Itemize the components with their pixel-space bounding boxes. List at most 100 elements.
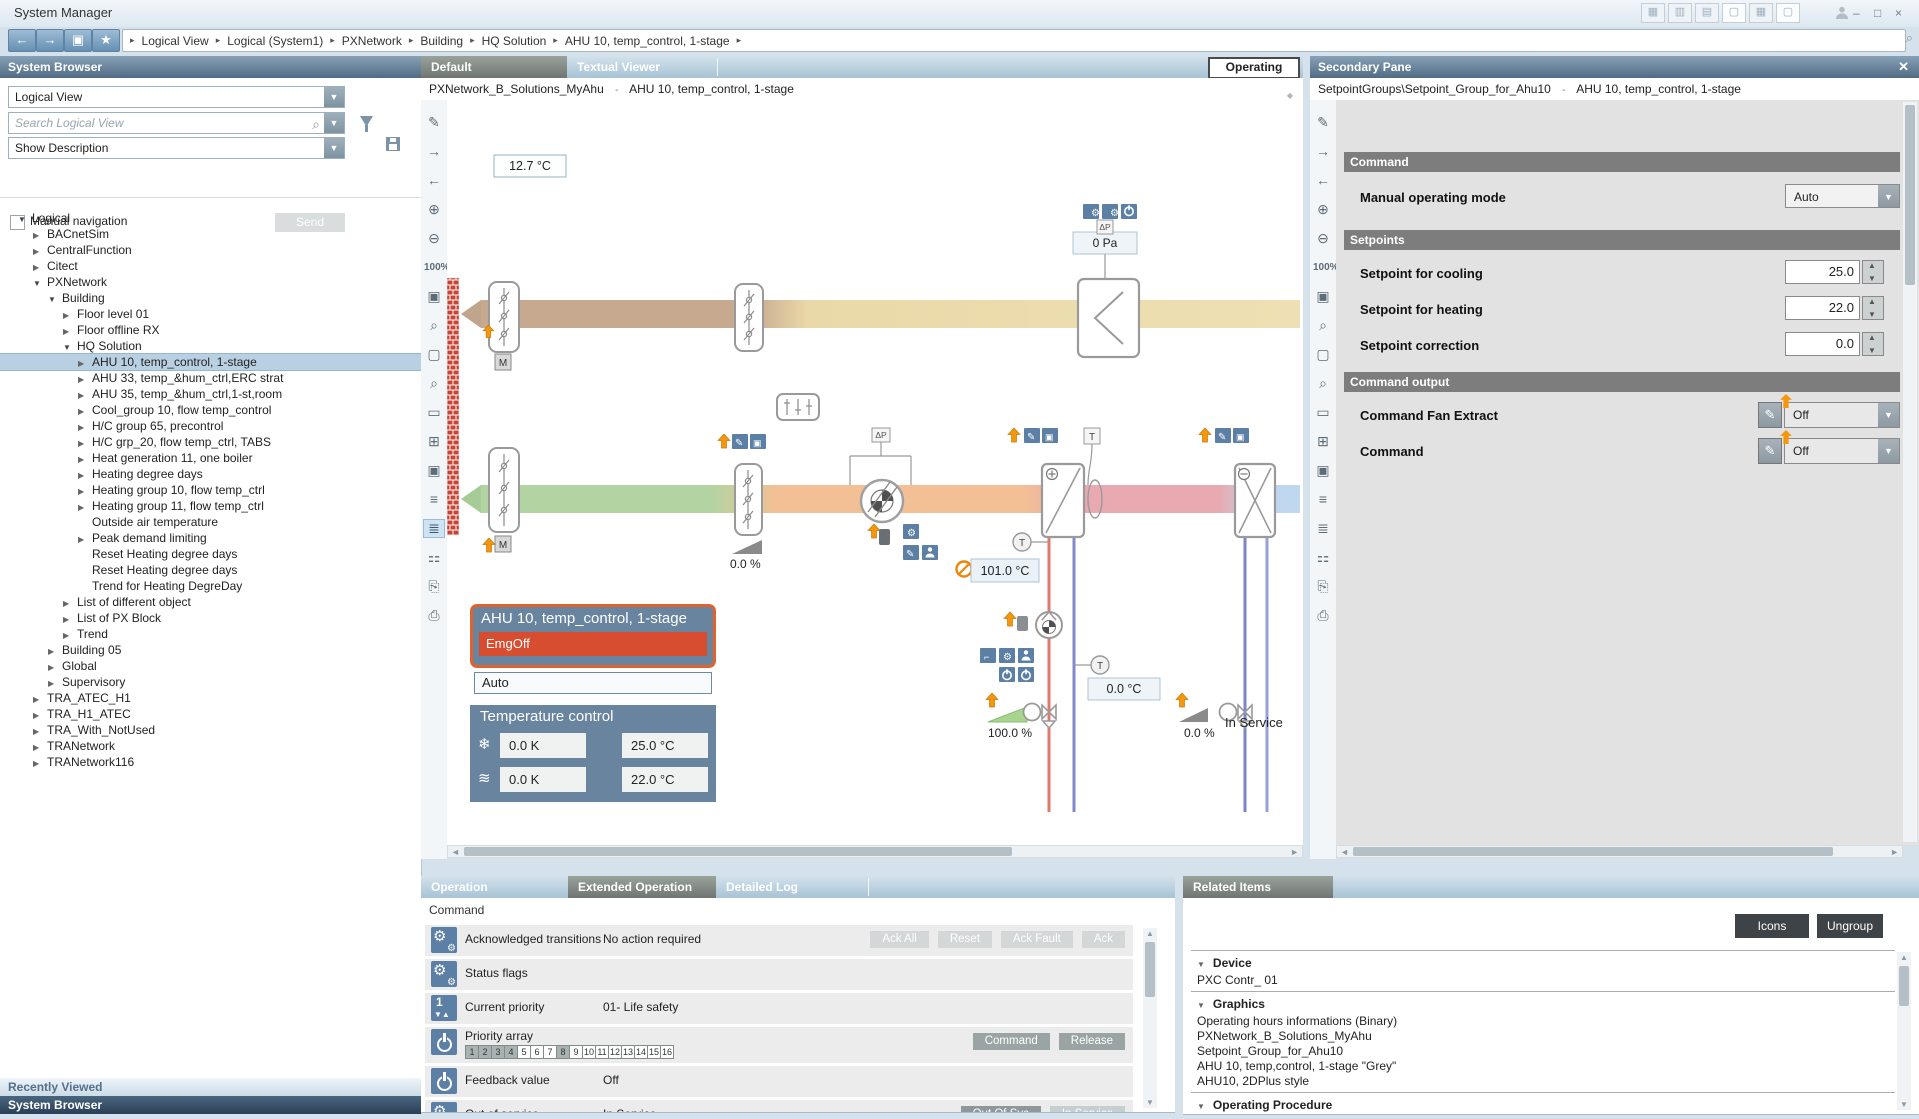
edit-pencil-icon[interactable]: ✎: [1758, 402, 1782, 428]
tab-operation[interactable]: Operation: [421, 876, 568, 898]
tree-item[interactable]: ▶AHU 35, temp_&hum_ctrl,1-st,room: [0, 386, 421, 402]
tree-item[interactable]: Outside air temperature: [0, 514, 421, 530]
tree-item[interactable]: ▶Cool_group 10, flow temp_control: [0, 402, 421, 418]
related-item[interactable]: Operating hours informations (Binary): [1197, 1014, 1397, 1028]
tree-item[interactable]: ▶TRA_ATEC_H1: [0, 690, 421, 706]
operation-vscrollbar[interactable]: ▲ ▼: [1143, 928, 1157, 1108]
tree-item[interactable]: ▶List of different object: [0, 594, 421, 610]
layout-single-icon[interactable]: ▤: [1695, 3, 1719, 23]
chevron-down-icon[interactable]: ▼: [1878, 403, 1899, 427]
priority-cell[interactable]: 9: [569, 1045, 582, 1059]
chevron-down-icon[interactable]: ▼: [324, 138, 344, 158]
tree-item[interactable]: ▶List of PX Block: [0, 610, 421, 626]
chevron-down-icon[interactable]: ▼: [1878, 439, 1899, 463]
copy-icon[interactable]: ⎘: [424, 578, 444, 595]
tree-item[interactable]: ▶Citect: [0, 258, 421, 274]
frame-icon[interactable]: ▣: [1313, 462, 1333, 479]
tree-item[interactable]: ▶TRANetwork: [0, 738, 421, 754]
section-expander-icon[interactable]: ▼: [1197, 960, 1205, 969]
ahu-mode-field[interactable]: Auto: [474, 672, 712, 694]
edit-pencil-icon[interactable]: ✎: [1758, 438, 1782, 464]
section-expander-icon[interactable]: ▼: [1197, 1102, 1205, 1111]
minimize-icon[interactable]: –: [1853, 6, 1871, 20]
tab-related-items[interactable]: Related Items: [1183, 876, 1333, 898]
setpoint-heating-stepper[interactable]: [1862, 296, 1884, 320]
tab-extended-operation[interactable]: Extended Operation: [568, 876, 716, 898]
pen-icon[interactable]: ✎: [1313, 114, 1333, 131]
setpoint-cooling-field[interactable]: 25.0: [1785, 260, 1860, 284]
tab-detailed-log[interactable]: Detailed Log: [716, 876, 864, 898]
tree-item[interactable]: ▶CentralFunction: [0, 242, 421, 258]
save-icon[interactable]: [386, 137, 400, 151]
tree-item[interactable]: ▶Heat generation 11, one boiler: [0, 450, 421, 466]
priority-cell[interactable]: 4: [504, 1045, 517, 1059]
search-input[interactable]: Search Logical View ⌕ ▼: [8, 112, 345, 134]
breadcrumb-segment[interactable]: Logical (System1): [227, 34, 323, 48]
priority-cell[interactable]: 5: [517, 1045, 530, 1059]
priority-cell[interactable]: 16: [660, 1045, 674, 1059]
layout-blank-icon[interactable]: ▢: [1722, 3, 1746, 23]
description-select[interactable]: Show Description▼: [8, 137, 345, 159]
zoom-region-icon[interactable]: ⌕: [424, 375, 444, 392]
setpoint-correction-stepper[interactable]: [1862, 332, 1884, 356]
tree-item[interactable]: Reset Heating degree days: [0, 546, 421, 562]
tree-item[interactable]: ▶Heating group 11, flow temp_ctrl: [0, 498, 421, 514]
rect-select-icon[interactable]: ▭: [424, 404, 444, 421]
grid-icon[interactable]: ⊞: [424, 433, 444, 450]
print-icon[interactable]: ⎙: [1313, 607, 1333, 624]
tree-item[interactable]: ▶TRANetwork116: [0, 754, 421, 770]
zoom-region-icon[interactable]: ⌕: [1313, 375, 1333, 392]
ahu-object-box[interactable]: AHU 10, temp_control, 1-stage EmgOff: [470, 604, 716, 668]
close-icon[interactable]: ×: [1895, 6, 1913, 20]
breadcrumb-segment[interactable]: PXNetwork: [342, 34, 402, 48]
priority-cell[interactable]: 11: [595, 1045, 608, 1059]
manual-operating-mode-select[interactable]: Auto ▼: [1785, 184, 1900, 208]
display-icon[interactable]: ▦: [1641, 3, 1665, 23]
tree-item[interactable]: ▶Peak demand limiting: [0, 530, 421, 546]
secondary-vscrollbar[interactable]: [1903, 102, 1917, 842]
pan-left-icon[interactable]: ←: [424, 172, 444, 189]
grid-icon[interactable]: ⊞: [1313, 433, 1333, 450]
tree-item[interactable]: ▼Logical: [0, 210, 421, 226]
tree-item[interactable]: ▶AHU 10, temp_control, 1-stage: [0, 354, 421, 370]
favorite-button[interactable]: ★: [92, 29, 120, 52]
breadcrumb[interactable]: ▸Logical View▸Logical (System1)▸PXNetwor…: [122, 29, 1906, 52]
filter-icon[interactable]: [360, 116, 373, 132]
tree-item[interactable]: ▶Floor offline RX: [0, 322, 421, 338]
layout-blank2-icon[interactable]: ▢: [1776, 3, 1800, 23]
zoom-fit-icon[interactable]: ▣: [1313, 288, 1333, 305]
pen-icon[interactable]: ✎: [424, 114, 444, 131]
related-item[interactable]: PXC Contr_ 01: [1197, 973, 1278, 987]
maximize-icon[interactable]: □: [1874, 6, 1892, 20]
priority-cell[interactable]: 14: [634, 1045, 647, 1059]
priority-cell[interactable]: 8: [556, 1045, 569, 1059]
rect-select-icon[interactable]: ▭: [1313, 404, 1333, 421]
magnifier-icon[interactable]: ⌕: [424, 317, 444, 334]
reset-button[interactable]: Reset: [938, 931, 992, 948]
canvas-hscrollbar[interactable]: ◄ ►: [447, 845, 1303, 858]
print-icon[interactable]: ⎙: [424, 607, 444, 624]
operating-button[interactable]: Operating: [1208, 57, 1300, 79]
tree-item[interactable]: ▶H/C grp_20, flow temp_ctrl, TABS: [0, 434, 421, 450]
tree-item[interactable]: ▶Trend: [0, 626, 421, 642]
history-button[interactable]: ▣: [64, 29, 92, 52]
ack-all-button[interactable]: Ack All: [870, 931, 929, 948]
filter-lines-icon[interactable]: ⚏: [1313, 549, 1333, 566]
priority-cell[interactable]: 12: [608, 1045, 621, 1059]
out-of-svc-button[interactable]: Out Of Svc: [961, 1106, 1041, 1113]
magnifier-icon[interactable]: ⌕: [1313, 317, 1333, 334]
breadcrumb-segment[interactable]: HQ Solution: [482, 34, 547, 48]
frame-icon[interactable]: ▣: [424, 462, 444, 479]
breadcrumb-segment[interactable]: Building: [420, 34, 463, 48]
recently-viewed-bar[interactable]: Recently Viewed: [0, 1077, 421, 1096]
select-area-icon[interactable]: ▢: [424, 346, 444, 363]
setpoint-cooling-stepper[interactable]: [1862, 260, 1884, 284]
zoom-in-icon[interactable]: ⊕: [424, 201, 444, 218]
select-area-icon[interactable]: ▢: [1313, 346, 1333, 363]
zoom-out-icon[interactable]: ⊖: [424, 230, 444, 247]
zoom-fit-icon[interactable]: ▣: [424, 288, 444, 305]
tree-item[interactable]: ▶Floor level 01: [0, 306, 421, 322]
search-icon[interactable]: ⌕: [312, 114, 320, 134]
tree-item[interactable]: ▶TRA_H1_ATEC: [0, 706, 421, 722]
priority-cell[interactable]: 1: [465, 1045, 478, 1059]
